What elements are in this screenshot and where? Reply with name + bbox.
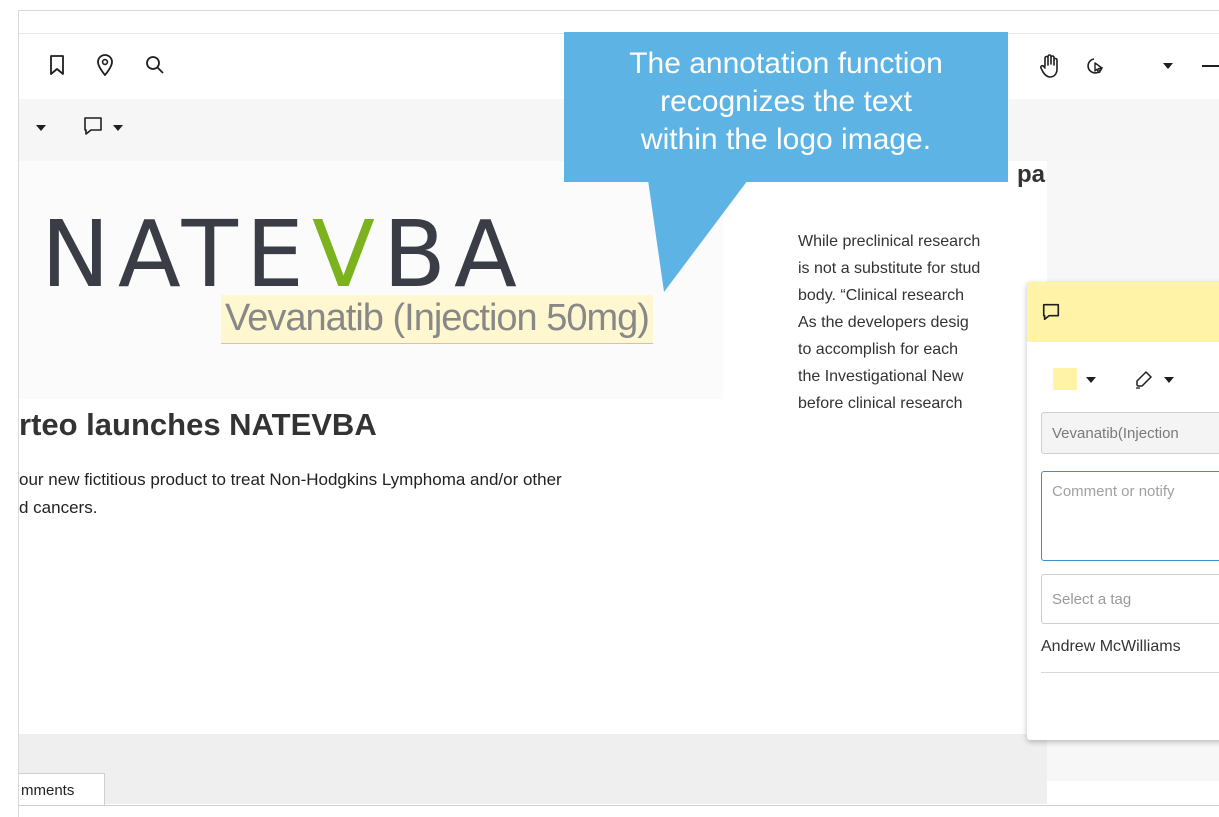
- article-headline: rteo launches NATEVBA: [19, 407, 377, 442]
- tag-select[interactable]: Select a tag: [1041, 574, 1219, 624]
- chevron-down-icon[interactable]: [33, 120, 49, 136]
- right-column-heading: pa: [1017, 161, 1046, 188]
- comment-icon: [1039, 300, 1063, 324]
- explanatory-callout: The annotation function recognizes the t…: [564, 32, 1008, 182]
- selected-text-value: Vevanatib(Injection: [1052, 425, 1179, 442]
- comment-field[interactable]: Comment or notify: [1041, 471, 1219, 561]
- right-col-line: As the developers desig: [798, 314, 969, 331]
- highlighted-logo-text[interactable]: Vevanatib (Injection 50mg): [221, 295, 653, 344]
- logo-wordmark: NATEVBA: [41, 201, 525, 308]
- paragraph-line: d cancers.: [19, 498, 98, 517]
- divider: [19, 805, 1219, 806]
- document-page: NATEVBA Vevanatib (Injection 50mg) rteo …: [19, 161, 1047, 734]
- selected-text-field[interactable]: Vevanatib(Injection: [1041, 412, 1219, 454]
- pointer-icon[interactable]: [1082, 52, 1110, 80]
- comment-placeholder: Comment or notify: [1052, 483, 1175, 500]
- right-column-text: While preclinical research is not a subs…: [798, 228, 1047, 417]
- right-col-line: the Investigational New: [798, 368, 964, 385]
- map-pin-icon[interactable]: [92, 52, 118, 78]
- paragraph-line: our new fictitious product to treat Non-…: [19, 470, 562, 489]
- color-swatch[interactable]: [1053, 368, 1077, 390]
- comment-icon[interactable]: [80, 113, 106, 139]
- zoom-out-icon[interactable]: [1198, 58, 1219, 74]
- right-col-line: before clinical research: [798, 395, 963, 412]
- logo-image: NATEVBA Vevanatib (Injection 50mg): [19, 161, 723, 399]
- hand-icon[interactable]: [1036, 52, 1064, 80]
- right-col-line: While preclinical research: [798, 233, 981, 250]
- search-icon[interactable]: [142, 52, 168, 78]
- popup-header: [1027, 282, 1219, 342]
- right-col-line: body. “Clinical research: [798, 287, 964, 304]
- popup-divider: [1041, 672, 1219, 673]
- right-col-line: to accomplish for each: [798, 341, 959, 358]
- callout-line: recognizes the text: [660, 85, 912, 118]
- author-name: Andrew McWilliams: [1041, 638, 1181, 655]
- bottom-panel: [19, 734, 1047, 804]
- bookmark-icon[interactable]: [44, 52, 70, 78]
- highlighter-icon[interactable]: [1131, 366, 1157, 392]
- chevron-down-icon[interactable]: [1160, 58, 1176, 74]
- right-col-line: is not a substitute for stud: [798, 260, 981, 277]
- tag-placeholder: Select a tag: [1052, 591, 1132, 608]
- chevron-down-icon[interactable]: [110, 120, 126, 136]
- callout-line: The annotation function: [629, 47, 943, 80]
- callout-line: within the logo image.: [640, 123, 932, 156]
- comments-tab[interactable]: mments: [19, 773, 105, 805]
- chevron-down-icon[interactable]: [1161, 372, 1177, 388]
- annotation-popup: Vevanatib(Injection Comment or notify Se…: [1027, 282, 1219, 740]
- chevron-down-icon[interactable]: [1083, 372, 1099, 388]
- article-paragraph: our new fictitious product to treat Non-…: [19, 466, 739, 522]
